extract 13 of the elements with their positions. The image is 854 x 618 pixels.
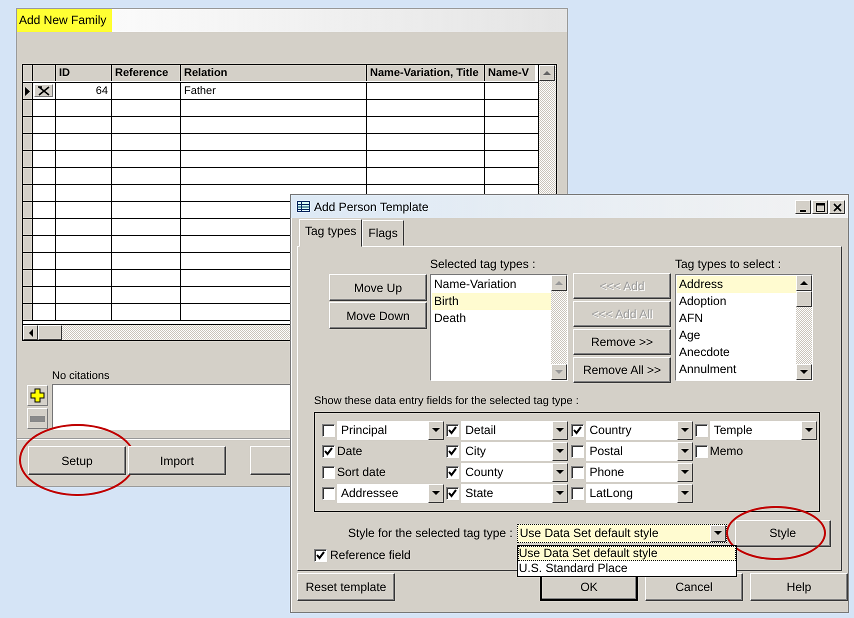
- checkbox-label: Sort date: [337, 465, 386, 479]
- checkbox-label: Date: [337, 444, 362, 458]
- fields-label: Show these data entry fields for the selected tag type :: [314, 395, 580, 409]
- checkbox-label: Memo: [710, 444, 744, 458]
- table-cell: Father: [181, 83, 367, 99]
- list-label: Selected tag types :: [430, 257, 536, 273]
- citations-label: No citations: [52, 370, 110, 384]
- checkbox-label: Reference field: [330, 548, 411, 562]
- window-title: Add New Family: [17, 9, 112, 32]
- table-cell: 64: [56, 83, 112, 99]
- list-label: Tag types to select :: [675, 257, 782, 273]
- style-label: Style for the selected tag type :: [348, 526, 513, 540]
- window-title: Add Person Template: [314, 200, 430, 214]
